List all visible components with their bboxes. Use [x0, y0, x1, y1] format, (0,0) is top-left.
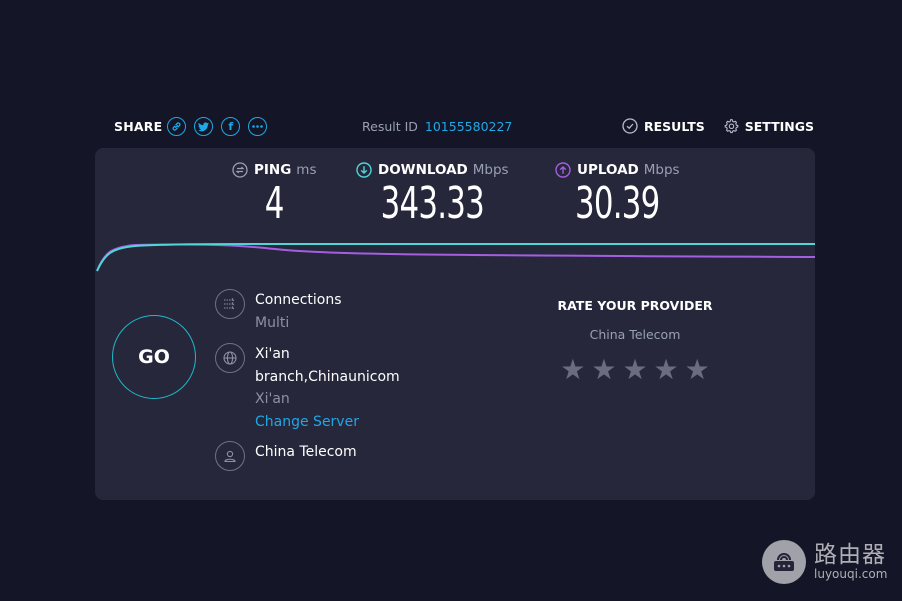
ping-label: PING	[254, 162, 292, 178]
connections-row: Connections Multi	[215, 289, 342, 334]
results-button[interactable]: RESULTS	[622, 118, 705, 134]
ping-icon	[232, 162, 248, 178]
settings-label: SETTINGS	[744, 118, 815, 134]
upload-metric: UPLOAD Mbps 30.39	[555, 162, 680, 228]
share-group: SHARE f	[114, 117, 275, 136]
upload-graph-line	[96, 243, 815, 272]
gear-icon	[724, 118, 739, 134]
star-icon[interactable]: ★	[685, 356, 710, 384]
results-panel: PING ms 4 DOWNLOAD Mbps 343.33 UPLOAD Mb…	[95, 148, 815, 500]
result-id-link[interactable]: 10155580227	[425, 119, 512, 134]
upload-unit: Mbps	[643, 162, 680, 178]
upload-icon	[555, 162, 571, 178]
result-id-label: Result ID	[362, 119, 418, 134]
go-button[interactable]: GO	[112, 315, 196, 399]
rate-provider-section: RATE YOUR PROVIDER China Telecom ★ ★ ★ ★…	[540, 298, 730, 384]
more-icon[interactable]	[248, 117, 268, 136]
provider-row: China Telecom	[215, 441, 357, 471]
download-label: DOWNLOAD	[378, 162, 468, 178]
header-nav: RESULTS SETTINGS	[622, 118, 832, 134]
download-graph-line	[96, 243, 815, 272]
results-label: RESULTS	[644, 118, 705, 134]
download-value: 343.33	[380, 178, 485, 229]
star-icon[interactable]: ★	[654, 356, 679, 384]
watermark: 路由器 luyouqi.com	[762, 540, 887, 584]
watermark-en: luyouqi.com	[814, 567, 888, 581]
server-name-line2: branch,Chinaunicom	[255, 368, 400, 385]
check-circle-icon	[622, 118, 638, 134]
share-label: SHARE	[114, 119, 163, 134]
upload-value: 30.39	[575, 178, 660, 229]
connections-label: Connections	[255, 292, 342, 308]
router-logo-icon	[762, 540, 806, 584]
rate-provider-name: China Telecom	[589, 327, 681, 342]
server-location: Xi'an	[255, 391, 290, 407]
globe-icon	[215, 343, 245, 373]
rate-title: RATE YOUR PROVIDER	[557, 298, 713, 313]
link-icon[interactable]	[167, 117, 187, 136]
download-metric: DOWNLOAD Mbps 343.33	[356, 162, 509, 228]
star-rating: ★ ★ ★ ★ ★	[540, 356, 730, 384]
server-row: Xi'an branch,Chinaunicom Xi'an Change Se…	[215, 343, 400, 433]
result-id: Result ID 10155580227	[362, 119, 512, 134]
upload-label: UPLOAD	[577, 162, 639, 178]
ping-metric: PING ms 4	[232, 162, 316, 228]
ping-unit: ms	[296, 162, 317, 178]
top-bar: SHARE f Result ID 10155580227 RESULTS SE…	[0, 112, 902, 142]
download-icon	[356, 162, 372, 178]
settings-button[interactable]: SETTINGS	[723, 118, 814, 134]
star-icon[interactable]: ★	[591, 356, 616, 384]
ping-value: 4	[264, 178, 285, 229]
star-icon[interactable]: ★	[560, 356, 585, 384]
twitter-icon[interactable]	[194, 117, 214, 136]
facebook-icon[interactable]: f	[221, 117, 241, 136]
provider-name: China Telecom	[255, 444, 357, 460]
user-icon	[215, 441, 245, 471]
server-name-line1: Xi'an	[255, 346, 290, 362]
change-server-link[interactable]: Change Server	[255, 411, 400, 434]
download-unit: Mbps	[472, 162, 509, 178]
star-icon[interactable]: ★	[622, 356, 647, 384]
watermark-cn: 路由器	[814, 542, 886, 568]
connections-value: Multi	[255, 314, 290, 331]
connections-icon	[215, 289, 245, 319]
speed-graph	[96, 243, 815, 272]
